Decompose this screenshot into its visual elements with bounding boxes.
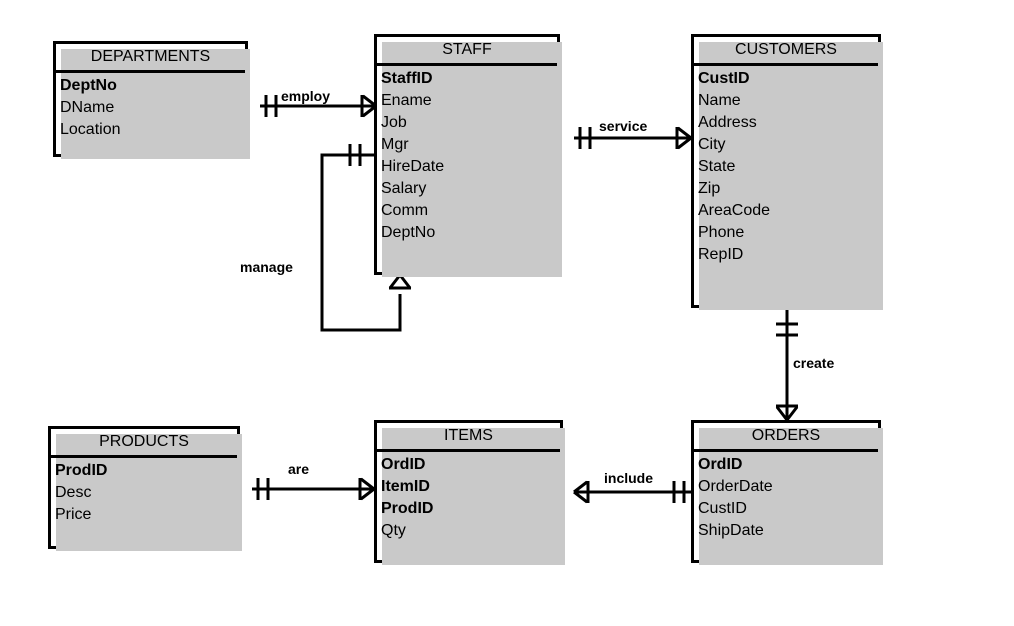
attribute-repid: RepID [698, 246, 744, 263]
attribute-ename: Ename [381, 92, 432, 109]
entity-attribute-list: ProdID Desc Price [51, 458, 237, 526]
attribute-address: Address [698, 114, 757, 131]
attribute-city: City [698, 136, 726, 153]
entity-title: CUSTOMERS [694, 37, 878, 66]
entity-attribute-list: OrdID OrderDate CustID ShipDate [694, 452, 878, 542]
entity-products[interactable]: PRODUCTS ProdID Desc Price [48, 426, 242, 551]
attribute-areacode: AreaCode [698, 202, 771, 219]
attribute-itemid: ItemID [381, 478, 430, 495]
entity-attribute-list: OrdID ItemID ProdID Qty [377, 452, 560, 542]
entity-attribute-list: DeptNo DName Location [56, 73, 245, 141]
attribute-dname: DName [60, 99, 115, 116]
entity-staff[interactable]: STAFF StaffID Ename Job Mgr HireDate Sal… [374, 34, 562, 277]
relationship-label-manage: manage [240, 259, 293, 275]
relationship-label-are: are [288, 461, 310, 477]
attribute-deptno: DeptNo [60, 77, 117, 94]
attribute-qty: Qty [381, 522, 406, 539]
relationship-label-service: service [599, 118, 648, 134]
entity-items[interactable]: ITEMS OrdID ItemID ProdID Qty [374, 420, 565, 565]
attribute-location: Location [60, 121, 121, 138]
relationship-label-employ: employ [281, 88, 331, 104]
attribute-ordid: OrdID [698, 456, 743, 473]
entity-attribute-list: StaffID Ename Job Mgr HireDate Salary Co… [377, 66, 557, 244]
attribute-ordid: OrdID [381, 456, 426, 473]
attribute-state: State [698, 158, 736, 175]
entity-customers[interactable]: CUSTOMERS CustID Name Address City State… [691, 34, 883, 310]
relationship-label-include: include [604, 470, 654, 486]
attribute-custid: CustID [698, 500, 747, 517]
attribute-deptno: DeptNo [381, 224, 436, 241]
attribute-zip: Zip [698, 180, 721, 197]
entity-title: DEPARTMENTS [56, 44, 245, 73]
er-diagram-canvas: DEPARTMENTS DeptNo DName Location STAFF … [0, 0, 1014, 626]
attribute-job: Job [381, 114, 407, 131]
entity-title: PRODUCTS [51, 429, 237, 458]
attribute-orderdate: OrderDate [698, 478, 773, 495]
attribute-shipdate: ShipDate [698, 522, 764, 539]
attribute-hiredate: HireDate [381, 158, 445, 175]
attribute-salary: Salary [381, 180, 427, 197]
relationship-label-create: create [793, 355, 835, 371]
attribute-comm: Comm [381, 202, 429, 219]
attribute-custid: CustID [698, 70, 750, 87]
attribute-prodid: ProdID [55, 462, 108, 479]
entity-attribute-list: CustID Name Address City State Zip AreaC… [694, 66, 878, 266]
attribute-prodid: ProdID [381, 500, 434, 517]
entity-title: STAFF [377, 37, 557, 66]
entity-title: ITEMS [377, 423, 560, 452]
entity-orders[interactable]: ORDERS OrdID OrderDate CustID ShipDate [691, 420, 883, 565]
entity-departments[interactable]: DEPARTMENTS DeptNo DName Location [53, 41, 250, 159]
entity-title: ORDERS [694, 423, 878, 452]
attribute-price: Price [55, 506, 92, 523]
relationship-are-connector[interactable] [250, 471, 376, 507]
attribute-mgr: Mgr [381, 136, 409, 153]
attribute-phone: Phone [698, 224, 745, 241]
attribute-staffid: StaffID [381, 70, 433, 87]
attribute-desc: Desc [55, 484, 92, 501]
attribute-name: Name [698, 92, 741, 109]
